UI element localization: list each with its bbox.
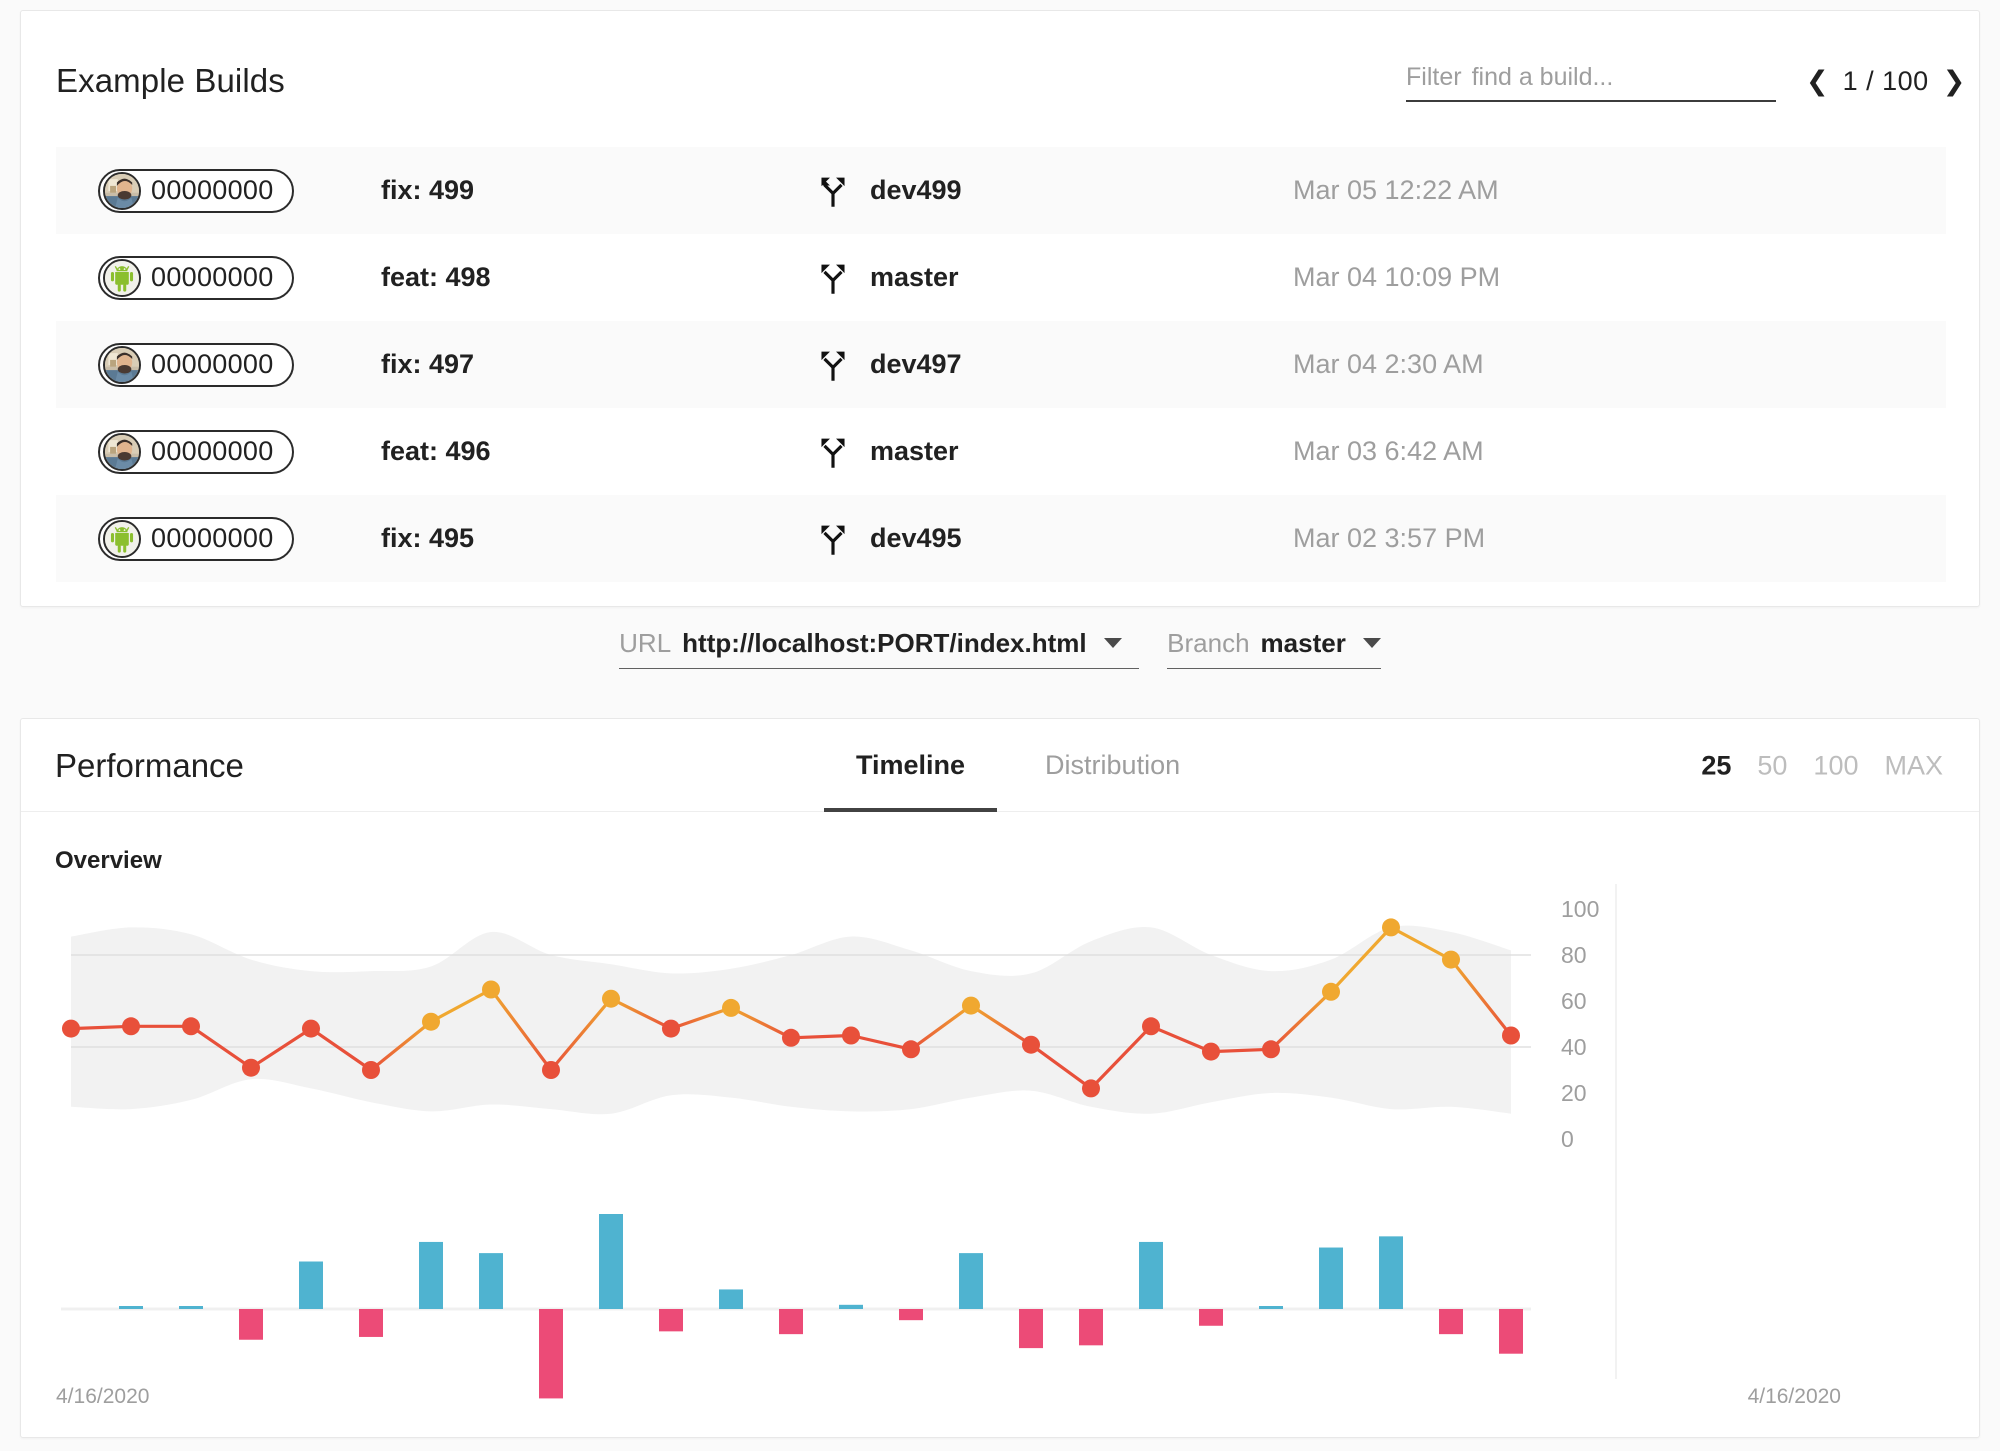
performance-card: Performance Timeline Distribution 25 50 …	[20, 718, 1980, 1438]
branch-name: dev495	[870, 523, 962, 553]
sample-count-selector: 25 50 100 MAX	[1701, 751, 1943, 782]
branch-icon	[821, 177, 845, 207]
overview-label: Overview	[55, 847, 162, 874]
branch-name: dev499	[870, 175, 962, 205]
chevron-down-icon[interactable]	[1362, 638, 1381, 648]
build-label: fix: 499	[381, 175, 475, 205]
overview-chart[interactable]: 0 20 40 60 80 100	[21, 884, 1981, 1439]
build-timestamp: Mar 04 2:30 AM	[1293, 349, 1484, 379]
photo-avatar-icon	[105, 434, 139, 469]
table-row[interactable]: 00000000 feat: 496 master Mar 03 6:42 AM	[56, 408, 1946, 495]
android-avatar-icon	[105, 260, 139, 295]
branch-cell: master	[818, 261, 959, 295]
chevron-down-icon[interactable]	[1103, 638, 1122, 648]
branch-name: master	[870, 262, 959, 292]
builds-header: Example Builds Filter ❮ 1 / 100 ❯	[21, 11, 1979, 123]
commit-chip[interactable]: 00000000	[98, 516, 294, 561]
build-timestamp: Mar 05 12:22 AM	[1293, 175, 1499, 205]
table-row[interactable]: 00000000 fix: 497 dev497 Mar 04 2:30 AM	[56, 321, 1946, 408]
selector-row: URL http://localhost:PORT/index.html Bra…	[0, 628, 2000, 669]
filter-label: Filter	[1406, 63, 1462, 91]
commit-hash: 00000000	[151, 349, 274, 379]
builds-card: Example Builds Filter ❮ 1 / 100 ❯	[20, 10, 1980, 607]
tab-distribution[interactable]: Distribution	[1005, 719, 1220, 812]
branch-cell: dev495	[818, 522, 962, 556]
build-timestamp: Mar 02 3:57 PM	[1293, 523, 1486, 553]
build-label: feat: 498	[381, 262, 491, 292]
branch-cell: master	[818, 435, 959, 469]
avatar	[103, 432, 141, 471]
performance-title: Performance	[55, 747, 244, 784]
build-timestamp: Mar 03 6:42 AM	[1293, 436, 1484, 466]
build-label: fix: 497	[381, 349, 475, 379]
count-option-100[interactable]: 100	[1813, 751, 1858, 782]
svg-text:80: 80	[1561, 942, 1587, 968]
avatar	[103, 345, 141, 384]
branch-selector[interactable]: Branch master	[1167, 628, 1381, 669]
builds-list: 00000000 fix: 499 dev499 Mar 05 12:22 AM	[56, 147, 1946, 582]
chart-canvas[interactable]: 0 20 40 60 80 100	[21, 884, 1981, 1439]
branch-name: master	[870, 436, 959, 466]
table-row[interactable]: 00000000 feat: 498 master Mar 04 10:09 P…	[56, 234, 1946, 321]
pagination: ❮ 1 / 100 ❯	[1806, 66, 1965, 97]
commit-hash: 00000000	[151, 175, 274, 205]
performance-header: Performance Timeline Distribution 25 50 …	[21, 719, 1979, 812]
branch-name: dev497	[870, 349, 962, 379]
chevron-left-icon[interactable]: ❮	[1806, 68, 1829, 95]
branch-icon	[821, 438, 845, 468]
avatar	[103, 258, 141, 297]
avatar	[103, 171, 141, 210]
commit-chip[interactable]: 00000000	[98, 168, 294, 213]
photo-avatar-icon	[105, 347, 139, 382]
branch-label: Branch	[1167, 628, 1250, 658]
svg-text:40: 40	[1561, 1034, 1587, 1060]
branch-value: master	[1260, 628, 1346, 658]
commit-chip[interactable]: 00000000	[98, 429, 294, 474]
branch-cell: dev497	[818, 348, 962, 382]
date-range-start: 4/16/2020	[56, 1385, 150, 1408]
branch-icon	[821, 525, 845, 555]
svg-text:60: 60	[1561, 988, 1587, 1014]
svg-text:20: 20	[1561, 1080, 1587, 1106]
performance-tabs: Timeline Distribution	[816, 719, 1220, 812]
date-range-end: 4/16/2020	[1747, 1385, 1841, 1408]
table-row[interactable]: 00000000 fix: 499 dev499 Mar 05 12:22 AM	[56, 147, 1946, 234]
count-option-max[interactable]: MAX	[1884, 751, 1943, 782]
commit-chip[interactable]: 00000000	[98, 342, 294, 387]
table-row[interactable]: 00000000 fix: 495 dev495 Mar 02 3:57 PM	[56, 495, 1946, 582]
url-value: http://localhost:PORT/index.html	[682, 628, 1087, 658]
svg-text:0: 0	[1561, 1126, 1574, 1152]
branch-icon	[821, 264, 845, 294]
url-selector[interactable]: URL http://localhost:PORT/index.html	[619, 628, 1140, 669]
search-input[interactable]	[1471, 63, 1722, 92]
svg-text:100: 100	[1561, 896, 1599, 922]
chevron-right-icon[interactable]: ❯	[1943, 68, 1966, 95]
commit-hash: 00000000	[151, 523, 274, 553]
avatar	[103, 519, 141, 558]
page-title: Example Builds	[56, 62, 285, 99]
url-label: URL	[619, 628, 672, 658]
branch-icon	[821, 351, 845, 381]
photo-avatar-icon	[105, 173, 139, 208]
build-label: feat: 496	[381, 436, 491, 466]
count-option-25[interactable]: 25	[1701, 751, 1731, 782]
build-timestamp: Mar 04 10:09 PM	[1293, 262, 1501, 292]
filter-field[interactable]: Filter	[1406, 63, 1776, 102]
count-option-50[interactable]: 50	[1757, 751, 1787, 782]
tab-timeline[interactable]: Timeline	[816, 719, 1005, 812]
app-root: Example Builds Filter ❮ 1 / 100 ❯	[0, 0, 2000, 1451]
android-avatar-icon	[105, 521, 139, 556]
commit-chip[interactable]: 00000000	[98, 255, 294, 300]
commit-hash: 00000000	[151, 436, 274, 466]
commit-hash: 00000000	[151, 262, 274, 292]
page-count: 1 / 100	[1842, 66, 1929, 96]
build-label: fix: 495	[381, 523, 475, 553]
branch-cell: dev499	[818, 174, 962, 208]
